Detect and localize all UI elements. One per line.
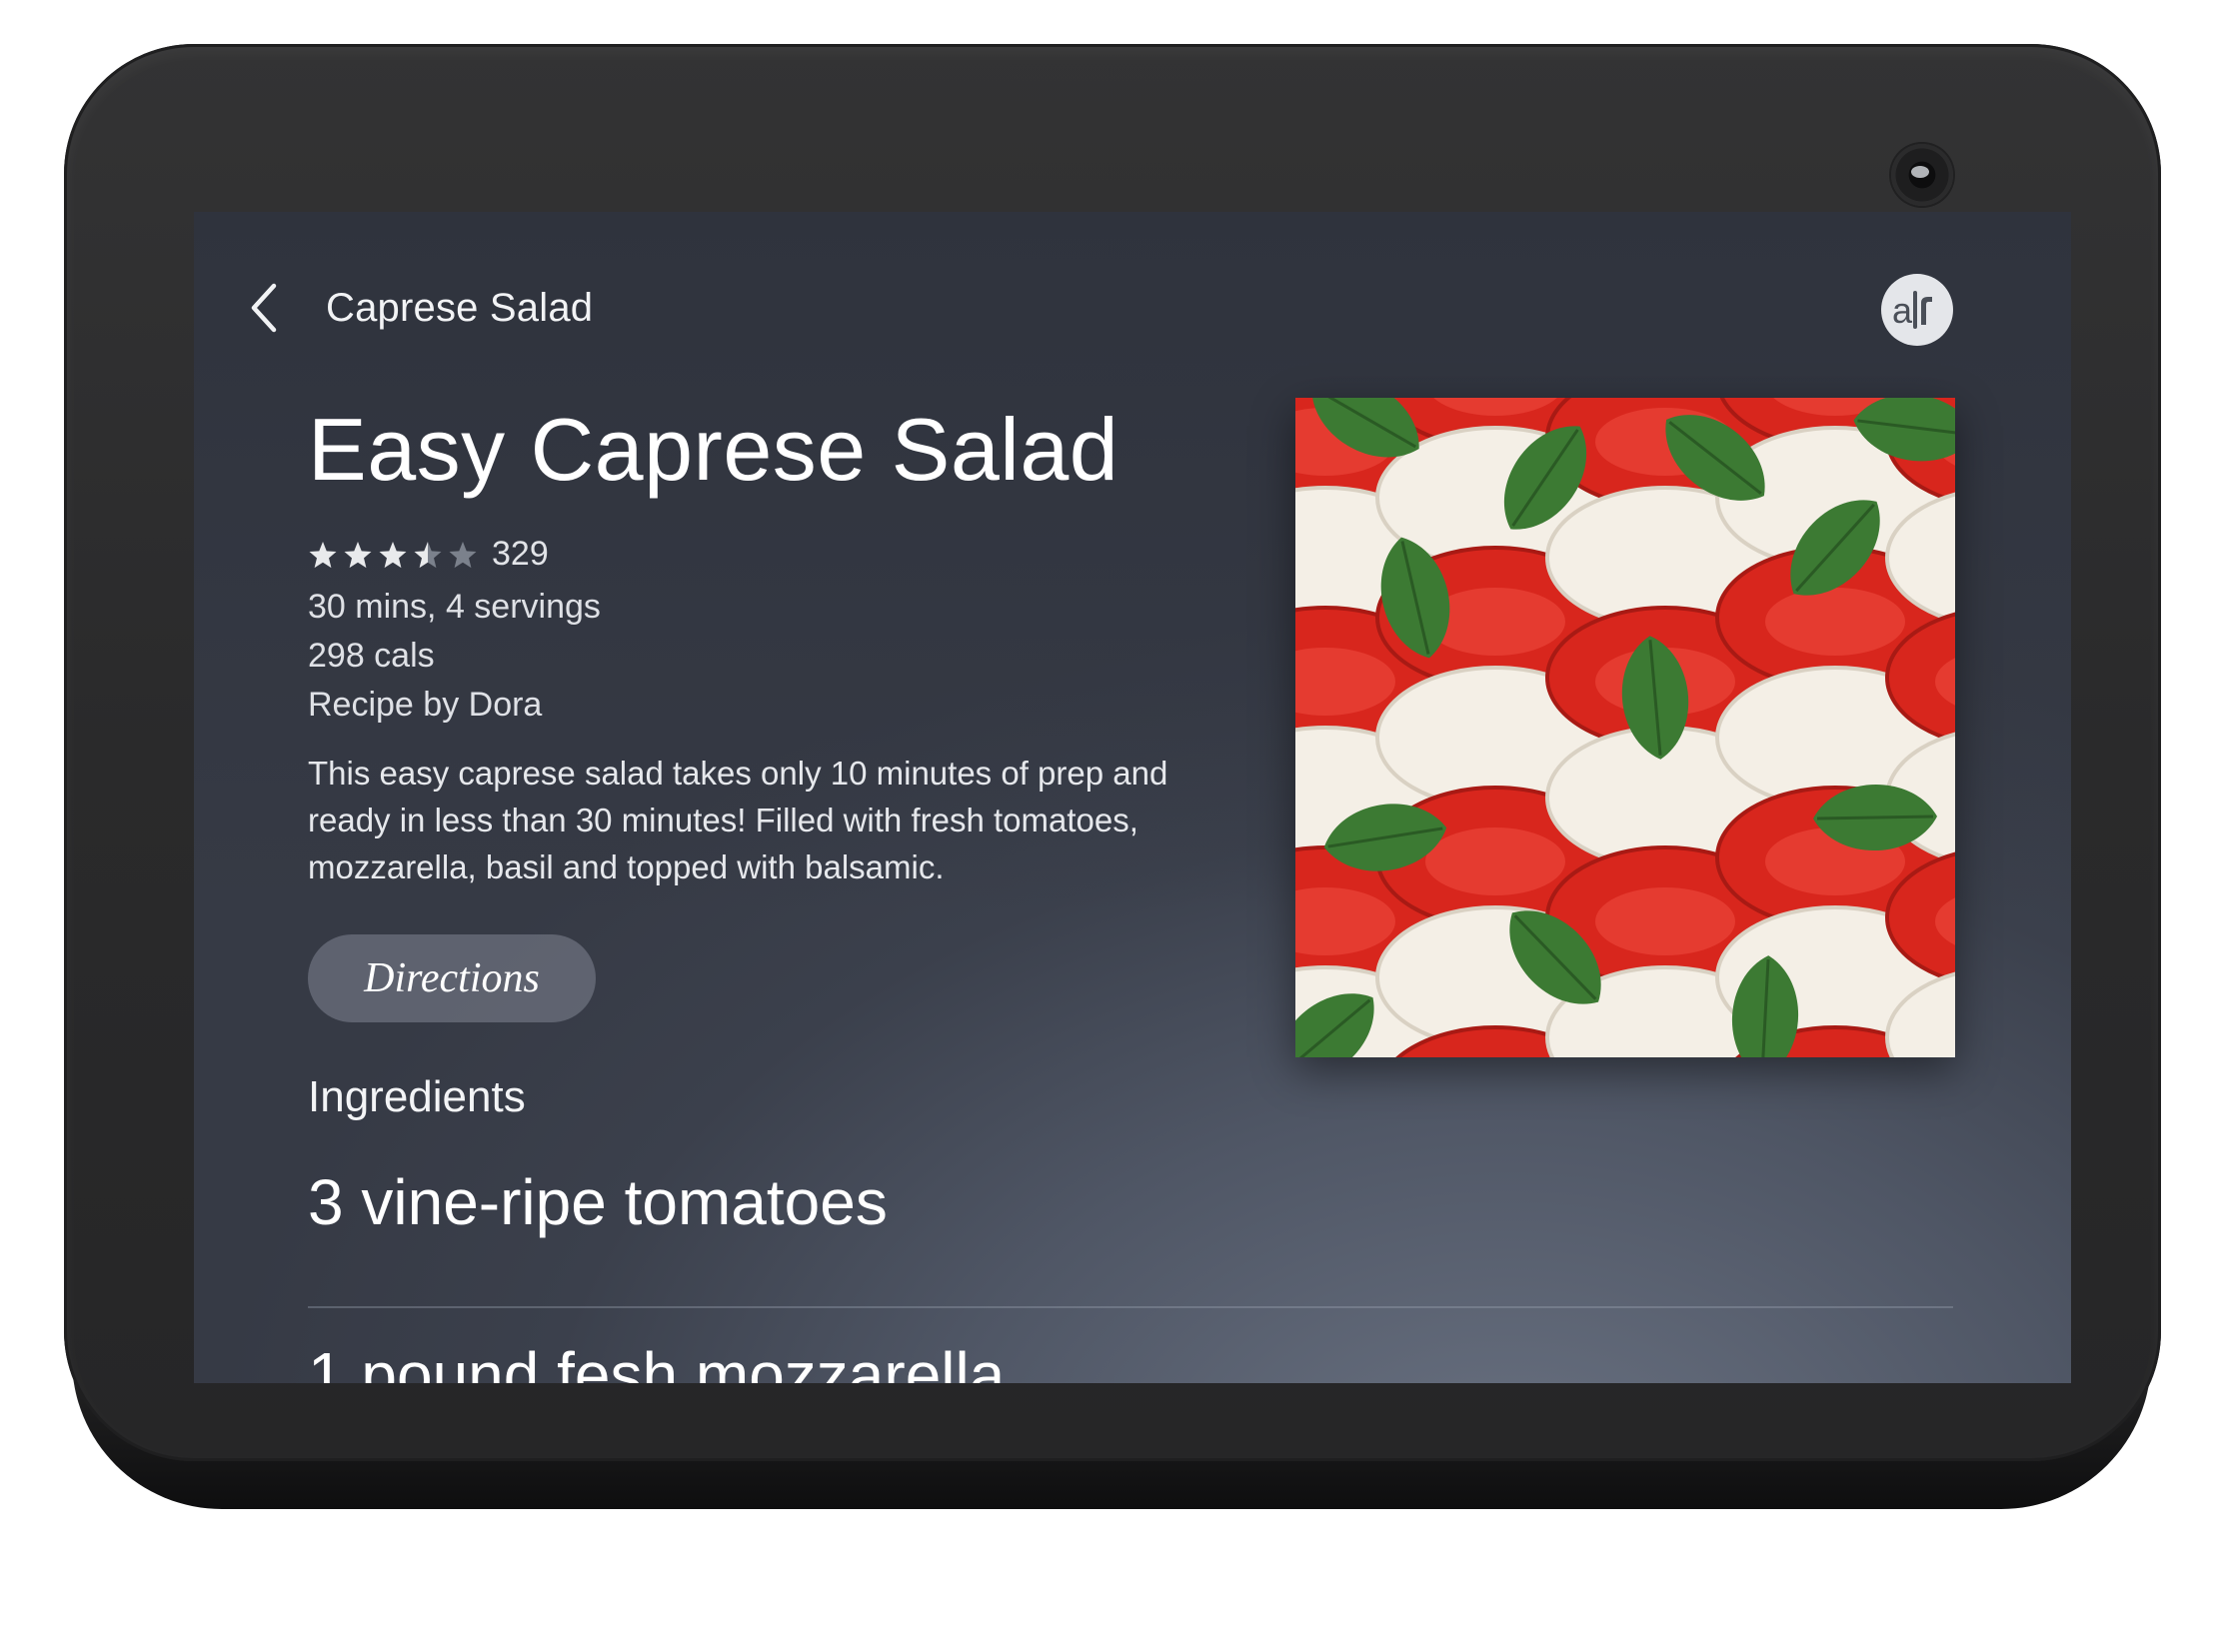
rating-row: 329 <box>308 535 1207 575</box>
review-count: 329 <box>492 535 549 574</box>
star-icon <box>308 541 338 569</box>
ingredients-heading: Ingredients <box>308 1071 526 1121</box>
page-title: Caprese Salad <box>326 285 594 330</box>
ingredient-divider <box>308 1306 1953 1308</box>
recipe-title: Easy Caprese Salad <box>308 400 1119 499</box>
ingredient-item[interactable]: 1 pound fesh mozzarella <box>308 1337 1005 1383</box>
recipe-photo <box>1295 398 1955 1057</box>
calories: 298 cals <box>308 636 435 675</box>
ingredient-item[interactable]: 3 vine-ripe tomatoes <box>308 1164 1207 1240</box>
back-button[interactable] <box>234 278 294 338</box>
svg-text:a: a <box>1892 290 1913 331</box>
star-icon <box>448 541 478 569</box>
star-rating <box>308 541 478 569</box>
star-icon <box>413 541 443 569</box>
directions-button[interactable]: Directions <box>308 933 596 1022</box>
time-servings: 30 mins, 4 servings <box>308 587 601 626</box>
top-bar: Caprese Salad <box>234 278 593 338</box>
allrecipes-logo-icon[interactable]: a <box>1881 274 1953 346</box>
recipe-author: Recipe by Dora <box>308 685 543 724</box>
recipe-info: Easy Caprese Salad 329 30 mins, 4 servin… <box>308 400 1207 1240</box>
recipe-screen: Caprese Salad a Easy Caprese Salad 329 3… <box>194 212 2071 1383</box>
star-icon <box>343 541 373 569</box>
chevron-left-icon <box>251 283 277 333</box>
camera-icon <box>1891 144 1953 206</box>
recipe-description: This easy caprese salad takes only 10 mi… <box>308 754 1168 885</box>
star-icon <box>378 541 408 569</box>
